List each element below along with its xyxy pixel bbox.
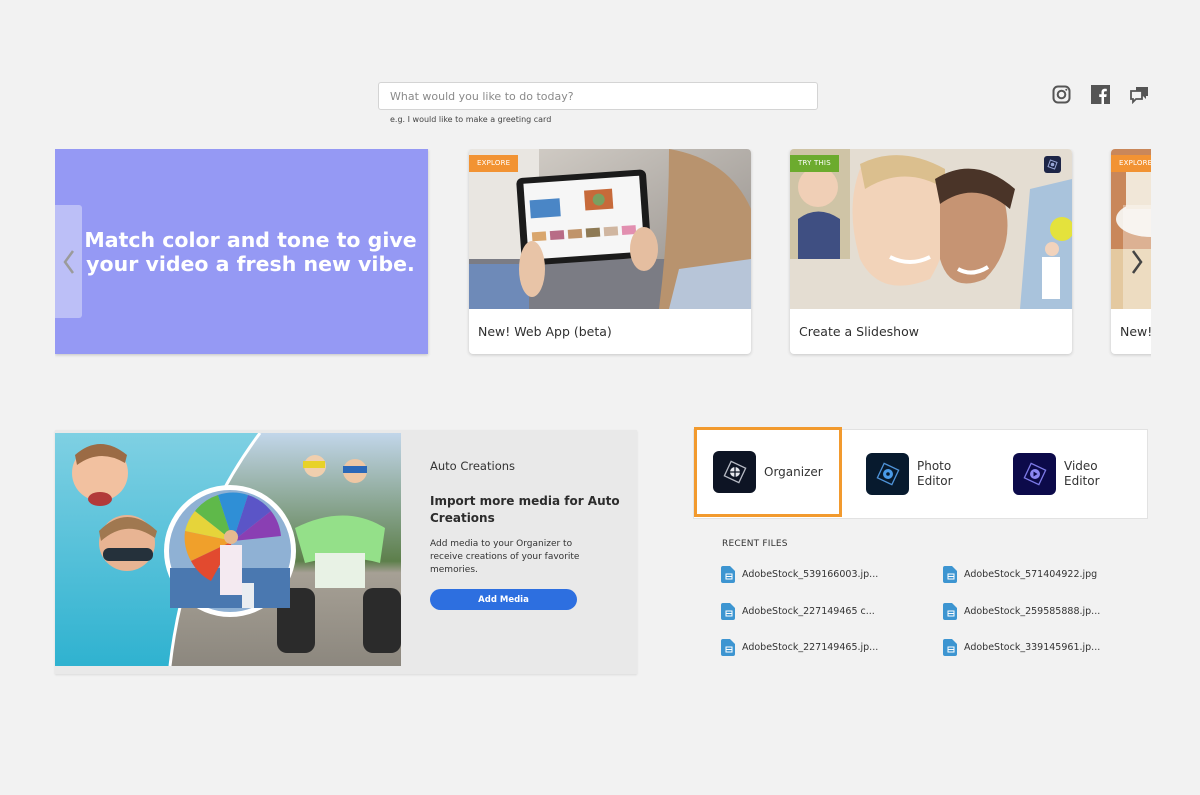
- photo-editor-button[interactable]: Photo Editor: [866, 430, 953, 518]
- file-name: AdobeStock_339145961.jp...: [964, 642, 1101, 653]
- file-name: AdobeStock_259585888.jp...: [964, 606, 1101, 617]
- file-name: AdobeStock_571404922.jpg: [964, 569, 1098, 580]
- card-label: New! Photo Editor: [1120, 324, 1151, 339]
- instagram-icon[interactable]: [1051, 84, 1072, 105]
- recent-file[interactable]: AdobeStock_571404922.jpg: [943, 566, 1097, 583]
- app-launcher: Organizer Photo Editor Video Editor: [693, 427, 1148, 519]
- badge-explore: EXPLORE: [1111, 155, 1151, 172]
- file-name: AdobeStock_227149465 c...: [742, 606, 875, 617]
- chevron-left-icon: [62, 249, 74, 274]
- card-label: Create a Slideshow: [799, 324, 919, 339]
- organizer-icon: [713, 451, 756, 493]
- search-area: e.g. I would like to make a greeting car…: [378, 82, 818, 124]
- file-name: AdobeStock_539166003.jp...: [742, 569, 879, 580]
- auto-creations-collage: [55, 433, 401, 666]
- carousel-next-button[interactable]: [1123, 205, 1151, 318]
- card-slideshow[interactable]: TRY THIS Create a Slideshow: [790, 149, 1072, 354]
- file-icon: [721, 603, 735, 620]
- recent-file[interactable]: AdobeStock_539166003.jp...: [721, 566, 878, 583]
- label-line: Photo: [917, 459, 952, 473]
- recent-files-title: RECENT FILES: [722, 539, 788, 549]
- organizer-button[interactable]: Organizer: [694, 427, 842, 517]
- file-icon: [943, 566, 957, 583]
- hero-text: Match color and tone to give your video …: [84, 227, 417, 276]
- video-editor-button[interactable]: Video Editor: [1013, 430, 1100, 518]
- auto-creations-description: Add media to your Organizer to receive c…: [430, 539, 580, 575]
- video-editor-label: Video Editor: [1064, 459, 1100, 489]
- organizer-label: Organizer: [764, 464, 823, 479]
- recent-file[interactable]: AdobeStock_259585888.jp...: [943, 603, 1100, 620]
- recent-file[interactable]: AdobeStock_227149465.jp...: [721, 639, 878, 656]
- carousel-prev-button[interactable]: [55, 205, 82, 318]
- card-web-app[interactable]: EXPLORE New! Web App (beta): [469, 149, 751, 354]
- auto-creations-heading: Auto Creations: [430, 459, 516, 473]
- video-editor-icon: [1013, 453, 1056, 495]
- facebook-icon[interactable]: [1090, 84, 1111, 105]
- video-editor-badge-icon: [1044, 156, 1061, 173]
- label-line: Video: [1064, 459, 1098, 473]
- file-name: AdobeStock_227149465.jp...: [742, 642, 879, 653]
- recent-file[interactable]: AdobeStock_339145961.jp...: [943, 639, 1100, 656]
- photo-editor-label: Photo Editor: [917, 459, 953, 489]
- photo-editor-icon: [866, 453, 909, 495]
- social-links: [1051, 84, 1150, 105]
- add-media-button[interactable]: Add Media: [430, 589, 577, 610]
- label-line: Editor: [1064, 474, 1100, 488]
- card-label: New! Web App (beta): [478, 324, 612, 339]
- search-hint: e.g. I would like to make a greeting car…: [390, 115, 552, 124]
- hero-banner[interactable]: Match color and tone to give your video …: [55, 149, 428, 354]
- recent-file[interactable]: AdobeStock_227149465 c...: [721, 603, 875, 620]
- file-icon: [721, 566, 735, 583]
- file-icon: [943, 639, 957, 656]
- chevron-right-icon: [1131, 249, 1143, 274]
- badge-try-this: TRY THIS: [790, 155, 839, 172]
- feedback-icon[interactable]: [1129, 84, 1150, 105]
- label-line: Editor: [917, 474, 953, 488]
- card-image-children: [790, 149, 1072, 309]
- card-image-tablet: [469, 149, 751, 309]
- search-input[interactable]: [378, 82, 818, 110]
- auto-creations-panel: Auto Creations Import more media for Aut…: [55, 430, 637, 674]
- file-icon: [943, 603, 957, 620]
- feature-carousel: Match color and tone to give your video …: [55, 149, 1151, 359]
- auto-creations-title: Import more media for Auto Creations: [430, 494, 620, 525]
- file-icon: [721, 639, 735, 656]
- badge-explore: EXPLORE: [469, 155, 519, 172]
